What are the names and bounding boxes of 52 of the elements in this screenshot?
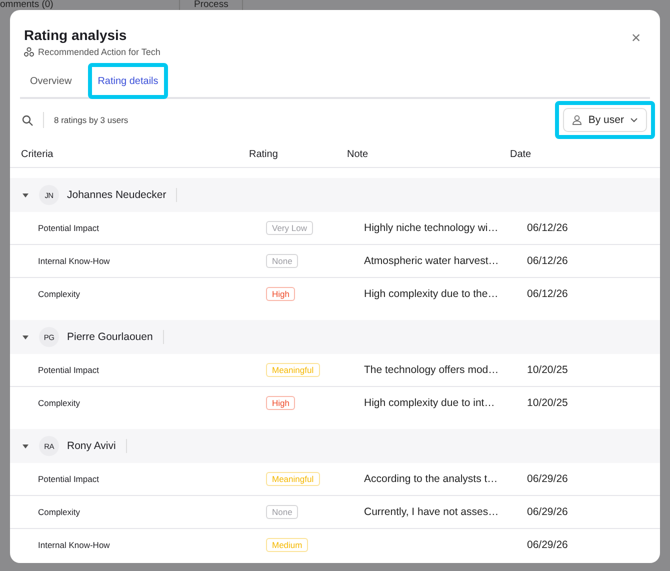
- user-name: Johannes Neudecker: [67, 188, 178, 202]
- date-cell-text: 06/12/26: [527, 222, 569, 234]
- rating-tag: Medium: [266, 538, 308, 552]
- dialog-subtitle: Recommended Action for Tech: [38, 47, 160, 57]
- tab[interactable]: Overview: [25, 69, 77, 93]
- column-header: Rating: [249, 148, 279, 160]
- chevron-down-icon: [630, 117, 638, 123]
- rating-tag: Meaningful: [266, 472, 320, 486]
- criteria-cell-text: Complexity: [38, 507, 82, 517]
- user-icon: [572, 115, 582, 125]
- user-name: Rony Avivi: [67, 439, 127, 453]
- criteria-cell-text: Potential Impact: [38, 474, 100, 484]
- ratings-summary: 8 ratings by 3 users: [54, 115, 128, 125]
- note-cell-text: High complexity due to the…: [364, 288, 500, 300]
- rating-tag: High: [266, 396, 296, 410]
- dialog-title: Rating analysis: [24, 27, 128, 43]
- nodes-icon: [24, 47, 34, 57]
- criteria-cell-text: Complexity: [38, 398, 82, 408]
- criteria-cell-text: Potential Impact: [38, 365, 100, 375]
- rating-tag: None: [266, 505, 298, 519]
- caret-down-icon[interactable]: [22, 334, 29, 340]
- date-cell-text: 10/20/25: [527, 364, 569, 376]
- date-cell-text: 10/20/25: [527, 397, 569, 409]
- criteria-cell-text: Complexity: [38, 289, 82, 299]
- note-cell-text: Highly niche technology wi…: [364, 222, 500, 234]
- note-cell-text: The technology offers mod…: [364, 364, 500, 376]
- criteria-cell-text: Internal Know-How: [38, 540, 111, 550]
- note-cell-text: High complexity due to int…: [364, 397, 496, 409]
- note-cell-text: Atmospheric water harvest…: [364, 255, 500, 267]
- criteria-cell-text: Potential Impact: [38, 223, 100, 233]
- caret-down-icon[interactable]: [22, 444, 29, 448]
- date-cell-text: 06/29/26: [527, 539, 569, 551]
- date-cell-text: 06/12/26: [527, 288, 569, 300]
- user-name: Pierre Gourlaouen: [67, 330, 164, 344]
- criteria-cell-text: Internal Know-How: [38, 256, 111, 266]
- rating-tag: High: [266, 287, 296, 301]
- column-header: Criteria: [21, 148, 54, 160]
- close-button[interactable]: ×: [626, 29, 646, 49]
- date-cell-text: 06/29/26: [527, 506, 569, 518]
- search-icon[interactable]: [22, 114, 33, 126]
- group-by-button[interactable]: By user: [563, 108, 647, 132]
- date-cell-text: 06/29/26: [527, 473, 569, 485]
- rating-tag: Very Low: [266, 221, 313, 235]
- caret-down-icon[interactable]: [22, 192, 29, 198]
- tab[interactable]: Rating details: [92, 69, 164, 93]
- note-cell-text: According to the analysts t…: [364, 473, 499, 485]
- note-cell-text: Currently, I have not asses…: [364, 506, 500, 518]
- column-header: Note: [347, 148, 370, 160]
- column-header: Date: [510, 148, 532, 160]
- rating-tag: None: [266, 254, 298, 268]
- rating-tag: Meaningful: [266, 363, 320, 377]
- date-cell-text: 06/12/26: [527, 255, 569, 267]
